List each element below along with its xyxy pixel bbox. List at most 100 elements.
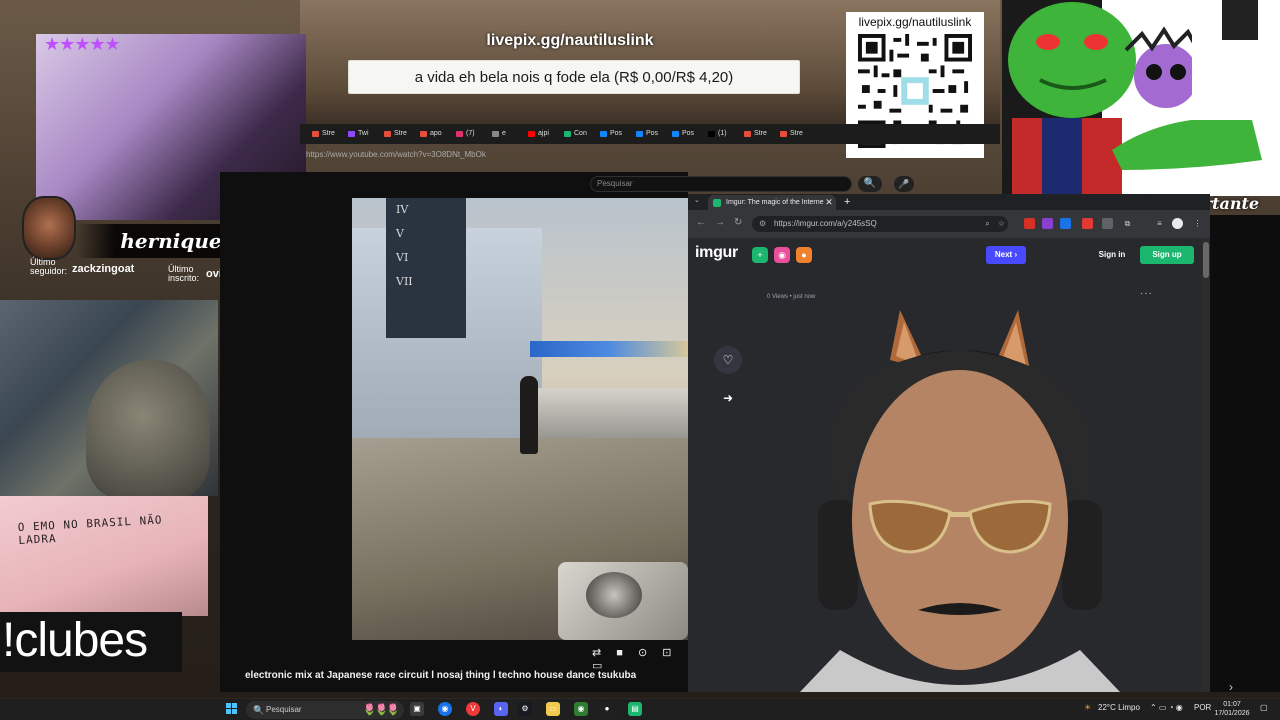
forward-icon[interactable]: → [715, 217, 725, 228]
qr-url: livepix.gg/nautiluslink [858, 15, 972, 29]
youtube-search-input[interactable]: Pesquisar [590, 176, 852, 192]
reload-icon[interactable]: ↻ [734, 217, 742, 228]
left-browser-tab[interactable]: Stre [310, 128, 335, 140]
tab-title: Imgur: The magic of the Interne [726, 199, 824, 206]
graffiti-wall: O EMO NO BRASIL NÃO LADRA [0, 496, 208, 616]
address-bar[interactable]: ⚙ https://imgur.com/a/y245sSQ [752, 216, 1008, 232]
mic-icon[interactable]: 🎤 [894, 176, 914, 192]
share-icon[interactable]: ➜ [714, 384, 742, 412]
pix-url: livepix.gg/nautiluslink [486, 32, 654, 49]
chrome-active-icon[interactable]: ◉ [574, 702, 588, 716]
rating-stars: ★★★★★ [44, 34, 121, 54]
video-person [520, 376, 538, 454]
address-bar-url: https://imgur.com/a/y245sSQ [774, 219, 877, 228]
chrome-toolbar: ← → ↻ ⚙ https://imgur.com/a/y245sSQ ⌕ ☆ … [688, 210, 1210, 238]
extension-blue-icon[interactable] [1060, 218, 1071, 229]
new-tab-button[interactable]: + [844, 195, 856, 209]
search-icon: 🔍 [253, 705, 265, 715]
heart-icon[interactable]: ♡ [714, 346, 742, 374]
obs-icon[interactable]: ● [600, 702, 614, 716]
left-browser-tabstrip: Stre Twi Stre apo (7) e ajpi Con Pos Pos Pos (1) Str… [300, 124, 1000, 144]
extension-red-icon[interactable] [1024, 218, 1035, 229]
left-browser-tab[interactable]: Pos [598, 128, 622, 140]
signin-button[interactable]: Sign in [1090, 246, 1134, 264]
hooded-figure [86, 360, 210, 496]
left-browser-tab[interactable]: Stre [778, 128, 803, 140]
bookmark-star-icon[interactable]: ☆ [996, 218, 1007, 229]
back-icon[interactable]: ← [696, 217, 706, 228]
left-browser-tab[interactable]: Pos [634, 128, 658, 140]
imgur-logo[interactable]: imgur [695, 244, 738, 262]
task-view-icon[interactable]: ▣ [410, 702, 424, 716]
video-title: electronic mix at Japanese race circuit … [245, 670, 637, 681]
notification-icon[interactable]: ▢ [1260, 703, 1268, 712]
menu-kebab-icon[interactable]: ⋮ [1192, 218, 1203, 229]
chevron-right-icon[interactable]: › [1229, 680, 1233, 694]
extension-cloud-icon[interactable] [1102, 218, 1113, 229]
zoom-icon[interactable]: ⌕ [982, 218, 993, 229]
clock-date: 17/01/2026 [1214, 710, 1250, 717]
left-browser-tab[interactable]: Con [562, 128, 587, 140]
frog-cartoon-image [1002, 0, 1280, 196]
profile-avatar-icon[interactable] [1172, 218, 1183, 229]
imgur-upload-icon[interactable]: + [752, 247, 768, 263]
extension-record-icon[interactable] [1082, 218, 1093, 229]
last-sub-label: Último inscrito: [168, 264, 200, 283]
tab-search-icon[interactable]: ⌄ [694, 196, 704, 208]
extension-purple-icon[interactable] [1042, 218, 1053, 229]
avatar [22, 196, 76, 260]
scrollbar-thumb[interactable] [1203, 242, 1209, 278]
tray-icons[interactable]: ⌃ ▭ ◔ ◉ [1150, 703, 1183, 712]
youtube-video-player[interactable]: IV V VI VII [352, 198, 688, 640]
next-button[interactable]: Next › [986, 246, 1026, 264]
left-browser-tab[interactable]: (7) [454, 128, 475, 140]
last-follower-name: zackzingoat [72, 263, 135, 275]
file-explorer-icon[interactable]: ▭ [546, 702, 560, 716]
left-browser-url[interactable]: https://www.youtube.com/watch?v=3O8DNt_M… [300, 150, 1000, 164]
video-controls[interactable]: ⇄ ■ ⊙ ⊡ ▭ [592, 646, 688, 672]
left-browser-tab[interactable]: Pos [670, 128, 694, 140]
vivaldi-icon[interactable]: V [466, 702, 480, 716]
chrome-icon[interactable]: ◉ [438, 702, 452, 716]
page-scrollbar[interactable] [1202, 238, 1210, 692]
left-browser-tab[interactable]: Stre [742, 128, 767, 140]
flowers-icon: 🌷🌷🌷 [362, 704, 400, 716]
video-track-banner [530, 341, 688, 357]
imgur-chat-icon[interactable]: ◉ [774, 247, 790, 263]
tab-imgur[interactable]: Imgur: The magic of the Interne [708, 195, 836, 210]
pix-donation-message: a vida eh bela nois q fode ela (R$ 0,00/… [348, 60, 800, 94]
scoreboard-row: IV [396, 203, 409, 216]
site-info-icon[interactable]: ⚙ [759, 216, 766, 232]
imgur-games-icon[interactable]: ● [796, 247, 812, 263]
signup-button[interactable]: Sign up [1140, 246, 1194, 264]
imgur-favicon-icon [713, 199, 721, 207]
imgur-header: imgur + ◉ ● Next › Sign in Sign up [688, 238, 1202, 272]
video-scoreboard-tower: IV V VI VII [386, 198, 466, 338]
close-icon[interactable]: ✕ [824, 195, 834, 209]
youtube-search-button[interactable]: 🔍 [858, 176, 882, 192]
more-options-icon[interactable]: ··· [1140, 288, 1153, 299]
left-browser-tab[interactable]: Twi [346, 128, 369, 140]
spreadsheet-icon[interactable]: ▤ [628, 702, 642, 716]
extensions-puzzle-icon[interactable]: ⧉ [1122, 218, 1133, 229]
graffiti-text: O EMO NO BRASIL NÃO LADRA [17, 513, 163, 547]
taskbar-search-input[interactable]: 🔍 Pesquisar 🌷🌷🌷 [246, 701, 404, 719]
steam-icon[interactable]: ⚙ [518, 702, 532, 716]
windows-taskbar: 🔍 Pesquisar 🌷🌷🌷 ▣ ◉ V ◐ ⚙ ▭ ◉ ● ▤ ☀ 22°C… [0, 698, 1280, 720]
taskbar-search-placeholder: Pesquisar [266, 705, 302, 714]
taskbar-clock[interactable]: 01:07 17/01/2026 [1212, 700, 1252, 718]
language-indicator[interactable]: POR [1194, 703, 1211, 712]
start-button[interactable] [226, 703, 238, 715]
left-browser-tab[interactable]: apo [418, 128, 442, 140]
discord-icon[interactable]: ◐ [494, 702, 508, 716]
video-dj-deck [558, 562, 688, 640]
weather-icon[interactable]: ☀ [1084, 703, 1091, 712]
left-browser-tab[interactable]: e [490, 128, 506, 140]
tab-list-icon[interactable]: ≡ [1154, 218, 1165, 229]
left-browser-tab[interactable]: Stre [382, 128, 407, 140]
left-browser-tab[interactable]: (1) [706, 128, 727, 140]
cartoon-overlay [1002, 0, 1280, 196]
scoreboard-row: VII [396, 275, 413, 288]
weather-text[interactable]: 22°C Limpo [1098, 703, 1140, 712]
left-browser-tab[interactable]: ajpi [526, 128, 549, 140]
